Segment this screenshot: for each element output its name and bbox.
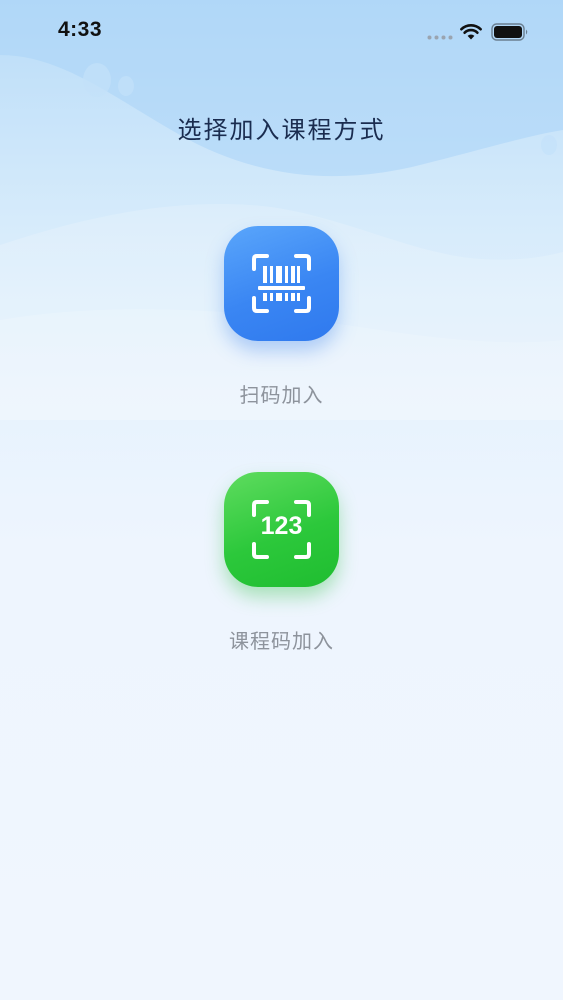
wifi-icon xyxy=(460,24,482,40)
course-code-join-option[interactable]: 123 课程码加入 xyxy=(0,472,563,654)
battery-icon xyxy=(491,23,528,41)
course-code-join-label: 课程码加入 xyxy=(229,629,334,653)
barcode-scan-icon xyxy=(252,254,311,313)
course-code-digits: 123 xyxy=(260,512,303,540)
scan-join-option[interactable]: 扫码加入 xyxy=(0,226,563,408)
screen: 4:33 选择加入课程方式 扫码加入 123 课程码加入 xyxy=(0,0,563,1000)
status-time: 4:33 xyxy=(58,18,103,41)
scan-join-label: 扫码加入 xyxy=(239,383,324,407)
cellular-signal-icon xyxy=(427,35,453,40)
status-bar: 4:33 xyxy=(0,0,563,64)
scan-join-button[interactable] xyxy=(224,226,339,341)
page-title: 选择加入课程方式 xyxy=(177,116,386,144)
course-code-join-button[interactable]: 123 xyxy=(224,472,339,587)
